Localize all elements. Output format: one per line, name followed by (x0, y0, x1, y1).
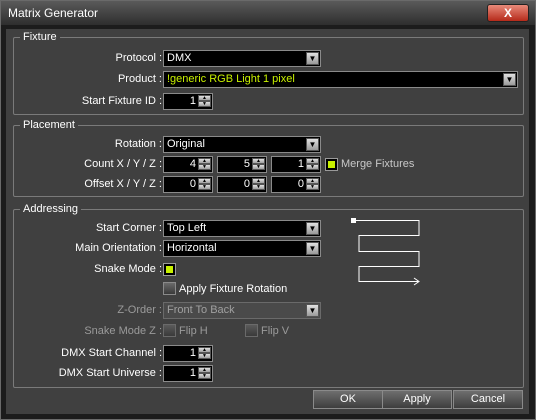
rotation-label: Rotation : (114, 138, 162, 150)
product-label: Product : (117, 73, 162, 85)
rotation-dropdown[interactable]: Original ▼ (163, 136, 321, 153)
merge-fixtures-checkbox[interactable] (325, 158, 338, 171)
dmx-start-channel-spinbox[interactable]: 1 ▲ ▼ (163, 345, 213, 362)
offset-z-spinbox[interactable]: 0 ▲ ▼ (271, 176, 321, 193)
start-corner-value: Top Left (167, 222, 207, 234)
fixture-legend: Fixture (20, 31, 60, 43)
spin-arrows-icon[interactable]: ▲ ▼ (198, 367, 211, 380)
spin-arrows-icon[interactable]: ▲ ▼ (306, 178, 319, 191)
apply-button[interactable]: Apply (382, 390, 452, 409)
merge-fixtures-label: Merge Fixtures (341, 158, 415, 170)
main-orientation-dropdown[interactable]: Horizontal ▼ (163, 240, 321, 257)
offset-y-spinbox[interactable]: 0 ▲ ▼ (217, 176, 267, 193)
apply-fixture-rotation-label: Apply Fixture Rotation (179, 283, 288, 295)
spin-arrows-icon[interactable]: ▲ ▼ (252, 158, 265, 171)
z-order-value: Front To Back (167, 304, 235, 316)
flip-v-label: Flip V (261, 325, 290, 337)
dmx-start-channel-value: 1 (189, 347, 196, 359)
product-value: !generic RGB Light 1 pixel (167, 73, 295, 85)
dialog-body: Fixture Protocol : DMX ▼ Product : !gene… (6, 29, 529, 414)
placement-legend: Placement (20, 119, 78, 131)
cancel-button[interactable]: Cancel (453, 390, 523, 409)
fixture-group: Fixture Protocol : DMX ▼ Product : !gene… (13, 31, 524, 115)
start-marker (351, 218, 356, 223)
z-order-dropdown[interactable]: Front To Back ▼ (163, 302, 321, 319)
apply-fixture-rotation-checkbox[interactable] (163, 282, 176, 295)
offset-label: Offset X / Y / Z : (84, 178, 162, 190)
start-corner-label: Start Corner : (95, 222, 162, 234)
count-z-value: 1 (297, 158, 304, 170)
offset-y-value: 0 (243, 178, 250, 190)
protocol-value: DMX (167, 52, 192, 64)
snake-path-diagram (351, 218, 420, 286)
chevron-down-icon[interactable]: ▼ (306, 304, 319, 317)
placement-group: Placement Rotation : Original ▼ Count X … (13, 119, 524, 197)
main-orientation-value: Horizontal (167, 242, 217, 254)
snake-mode-checkbox[interactable] (163, 263, 176, 276)
addressing-legend: Addressing (20, 203, 82, 215)
dmx-start-universe-spinbox[interactable]: 1 ▲ ▼ (163, 365, 213, 382)
dmx-start-universe-value: 1 (189, 367, 196, 379)
start-fixture-id-label: Start Fixture ID : (81, 95, 162, 107)
dmx-start-channel-label: DMX Start Channel : (61, 347, 162, 359)
rotation-value: Original (167, 138, 205, 150)
protocol-dropdown[interactable]: DMX ▼ (163, 50, 321, 67)
start-corner-dropdown[interactable]: Top Left ▼ (163, 220, 321, 237)
flip-v-checkbox[interactable] (245, 324, 258, 337)
chevron-down-icon[interactable]: ▼ (306, 242, 319, 255)
protocol-label: Protocol : (115, 52, 162, 64)
main-orientation-label: Main Orientation : (75, 242, 162, 254)
offset-x-value: 0 (189, 178, 196, 190)
spin-arrows-icon[interactable]: ▲ ▼ (198, 95, 211, 108)
window-title: Matrix Generator (8, 6, 99, 20)
count-x-value: 4 (189, 158, 196, 170)
snake-path (356, 220, 420, 282)
spin-arrows-icon[interactable]: ▲ ▼ (306, 158, 319, 171)
start-fixture-id-spinbox[interactable]: 1 ▲ ▼ (163, 93, 213, 110)
spin-arrows-icon[interactable]: ▲ ▼ (198, 347, 211, 360)
flip-h-checkbox[interactable] (163, 324, 176, 337)
offset-x-spinbox[interactable]: 0 ▲ ▼ (163, 176, 213, 193)
count-y-spinbox[interactable]: 5 ▲ ▼ (217, 156, 267, 173)
spin-arrows-icon[interactable]: ▲ ▼ (252, 178, 265, 191)
snake-mode-z-label: Snake Mode Z : (84, 325, 162, 337)
dmx-start-universe-label: DMX Start Universe : (58, 367, 162, 379)
close-button[interactable]: X (487, 4, 529, 22)
title-bar[interactable]: Matrix Generator X (1, 1, 535, 25)
start-fixture-id-value: 1 (189, 95, 196, 107)
count-label: Count X / Y / Z : (84, 158, 162, 170)
ok-button[interactable]: OK (313, 390, 383, 409)
snake-mode-label: Snake Mode : (94, 263, 162, 275)
count-z-spinbox[interactable]: 1 ▲ ▼ (271, 156, 321, 173)
chevron-down-icon[interactable]: ▼ (503, 73, 516, 86)
flip-h-label: Flip H (179, 325, 208, 337)
chevron-down-icon[interactable]: ▼ (306, 222, 319, 235)
chevron-down-icon[interactable]: ▼ (306, 52, 319, 65)
product-dropdown[interactable]: !generic RGB Light 1 pixel ▼ (163, 71, 518, 88)
offset-z-value: 0 (297, 178, 304, 190)
matrix-generator-window: Matrix Generator X Fixture Protocol : DM… (0, 0, 536, 420)
spin-arrows-icon[interactable]: ▲ ▼ (198, 178, 211, 191)
chevron-down-icon[interactable]: ▼ (306, 138, 319, 151)
count-x-spinbox[interactable]: 4 ▲ ▼ (163, 156, 213, 173)
z-order-label: Z-Order : (117, 304, 162, 316)
count-y-value: 5 (243, 158, 250, 170)
spin-arrows-icon[interactable]: ▲ ▼ (198, 158, 211, 171)
addressing-group: Addressing Start Corner : Top Left ▼ Mai… (13, 203, 524, 388)
close-icon: X (503, 6, 512, 20)
